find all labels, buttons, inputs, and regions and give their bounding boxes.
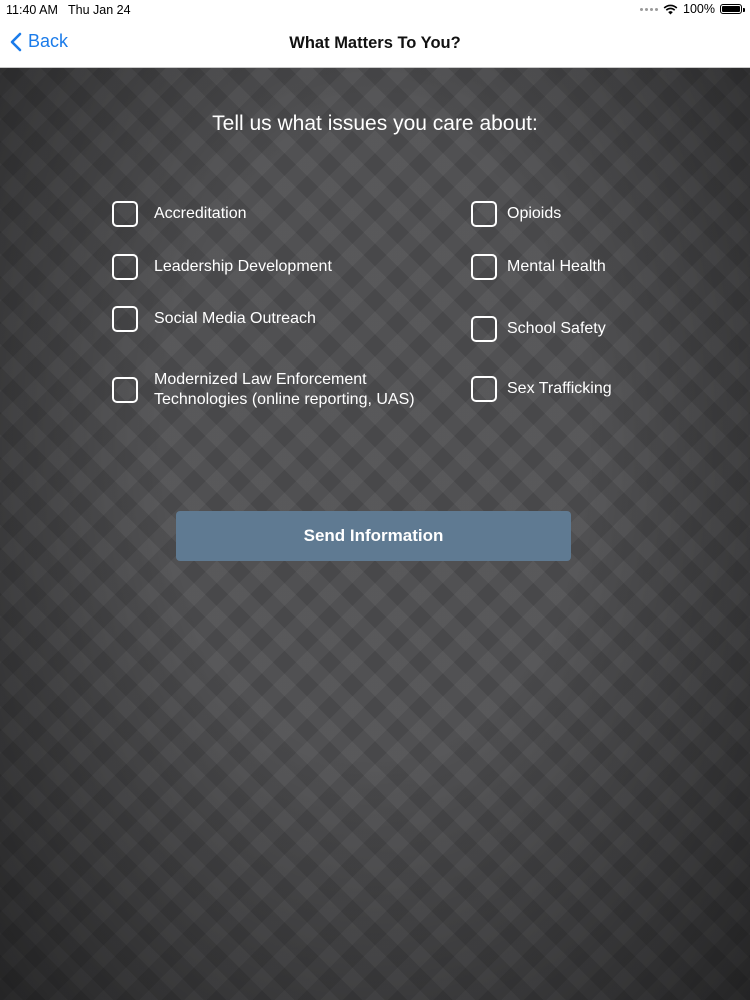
navigation-bar: Back What Matters To You? — [0, 22, 750, 68]
option-label: Sex Trafficking — [507, 380, 612, 397]
option-label: Leadership Development — [154, 258, 332, 275]
status-indicators: 100% — [640, 2, 745, 16]
option-modernized-law-enforcement[interactable]: Modernized Law Enforcement Technologies … — [112, 370, 415, 410]
send-information-button[interactable]: Send Information — [176, 511, 571, 561]
option-leadership-development[interactable]: Leadership Development — [112, 254, 332, 280]
option-label: Modernized Law Enforcement Technologies … — [154, 371, 415, 408]
checkbox[interactable] — [471, 254, 497, 280]
wifi-icon — [663, 4, 678, 14]
option-social-media-outreach[interactable]: Social Media Outreach — [112, 306, 316, 332]
main-content: Tell us what issues you care about: Accr… — [0, 68, 750, 1000]
checkbox[interactable] — [471, 201, 497, 227]
checkbox[interactable] — [112, 254, 138, 280]
status-date: Thu Jan 24 — [68, 3, 131, 17]
checkbox[interactable] — [112, 306, 138, 332]
status-bar: 11:40 AM Thu Jan 24 100% — [0, 0, 750, 22]
signal-dots-icon — [640, 7, 659, 11]
option-sex-trafficking[interactable]: Sex Trafficking — [471, 376, 612, 402]
option-label: School Safety — [507, 320, 606, 337]
checkbox[interactable] — [471, 316, 497, 342]
option-label: Social Media Outreach — [154, 310, 316, 327]
option-mental-health[interactable]: Mental Health — [471, 254, 606, 280]
battery-icon — [720, 4, 745, 14]
checkbox[interactable] — [471, 376, 497, 402]
page-title: What Matters To You? — [289, 34, 461, 52]
option-label: Mental Health — [507, 258, 606, 275]
option-accreditation[interactable]: Accreditation — [112, 201, 247, 227]
issues-heading: Tell us what issues you care about: — [212, 112, 538, 135]
option-label: Accreditation — [154, 205, 247, 222]
battery-percent: 100% — [683, 2, 715, 16]
checkbox[interactable] — [112, 201, 138, 227]
option-school-safety[interactable]: School Safety — [471, 316, 606, 342]
checkbox[interactable] — [112, 377, 138, 403]
option-opioids[interactable]: Opioids — [471, 201, 561, 227]
status-time: 11:40 AM — [6, 3, 58, 17]
option-label: Opioids — [507, 205, 562, 222]
